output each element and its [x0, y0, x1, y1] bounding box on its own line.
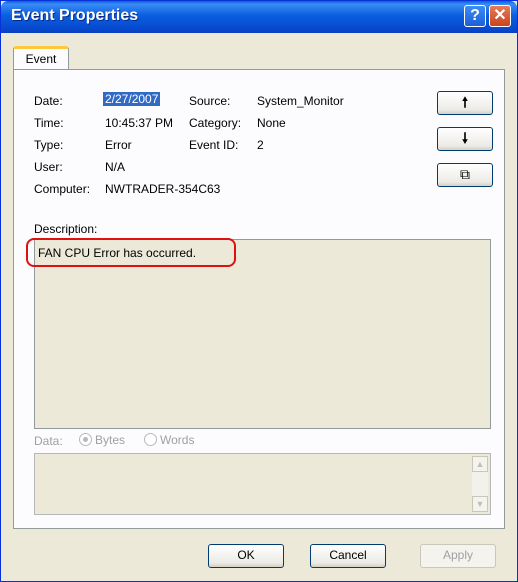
highlight-ring — [26, 238, 236, 267]
source-value: System_Monitor — [257, 94, 344, 108]
bytes-radio-dot — [79, 433, 92, 446]
date-label: Date: — [34, 94, 63, 108]
apply-button[interactable]: Apply — [420, 544, 496, 568]
bytes-radio-label: Bytes — [95, 433, 126, 447]
data-label: Data: — [34, 434, 63, 448]
event-properties-window: Event Properties ? ✕ Event Date: 2/27/20… — [0, 0, 518, 582]
category-value: None — [257, 116, 286, 130]
next-event-button[interactable]: 🠗 — [437, 127, 493, 151]
type-value: Error — [105, 138, 132, 152]
bytes-radio[interactable]: Bytes — [79, 433, 125, 447]
tab-event[interactable]: Event — [13, 46, 69, 70]
category-label: Category: — [189, 116, 242, 130]
words-radio-dot — [144, 433, 157, 446]
title-bar[interactable]: Event Properties ? ✕ — [1, 1, 517, 33]
window-title: Event Properties — [11, 7, 139, 24]
user-label: User: — [34, 160, 63, 174]
scroll-up-icon[interactable]: ▲ — [472, 456, 488, 472]
eventid-label: Event ID: — [189, 138, 239, 152]
time-value: 10:45:37 PM — [105, 116, 174, 130]
type-label: Type: — [34, 138, 64, 152]
arrow-up-icon: 🠕 — [461, 94, 468, 110]
words-radio[interactable]: Words — [144, 433, 194, 447]
user-value: N/A — [105, 160, 126, 174]
previous-event-button[interactable]: 🠕 — [437, 91, 493, 115]
help-button[interactable]: ? — [464, 5, 486, 27]
cancel-button[interactable]: Cancel — [310, 544, 386, 568]
copy-button[interactable]: ⧉ — [437, 163, 493, 187]
description-box[interactable]: FAN CPU Error has occurred. — [34, 239, 491, 429]
data-scrollbar[interactable]: ▲ ▼ — [472, 456, 488, 512]
scroll-down-icon[interactable]: ▼ — [472, 496, 488, 512]
close-button[interactable]: ✕ — [489, 5, 511, 27]
description-label: Description: — [34, 222, 98, 236]
computer-label: Computer: — [34, 182, 91, 196]
source-label: Source: — [189, 94, 231, 108]
time-label: Time: — [34, 116, 64, 130]
arrow-down-icon: 🠗 — [461, 130, 468, 146]
ok-button[interactable]: OK — [208, 544, 284, 568]
date-value[interactable]: 2/27/2007 — [103, 92, 161, 106]
words-radio-label: Words — [160, 433, 195, 447]
data-box[interactable]: ▲ ▼ — [34, 453, 491, 515]
copy-icon: ⧉ — [460, 166, 470, 182]
date-value-text: 2/27/2007 — [103, 92, 161, 106]
computer-value: NWTRADER-354C63 — [105, 182, 221, 196]
eventid-value: 2 — [257, 138, 264, 152]
